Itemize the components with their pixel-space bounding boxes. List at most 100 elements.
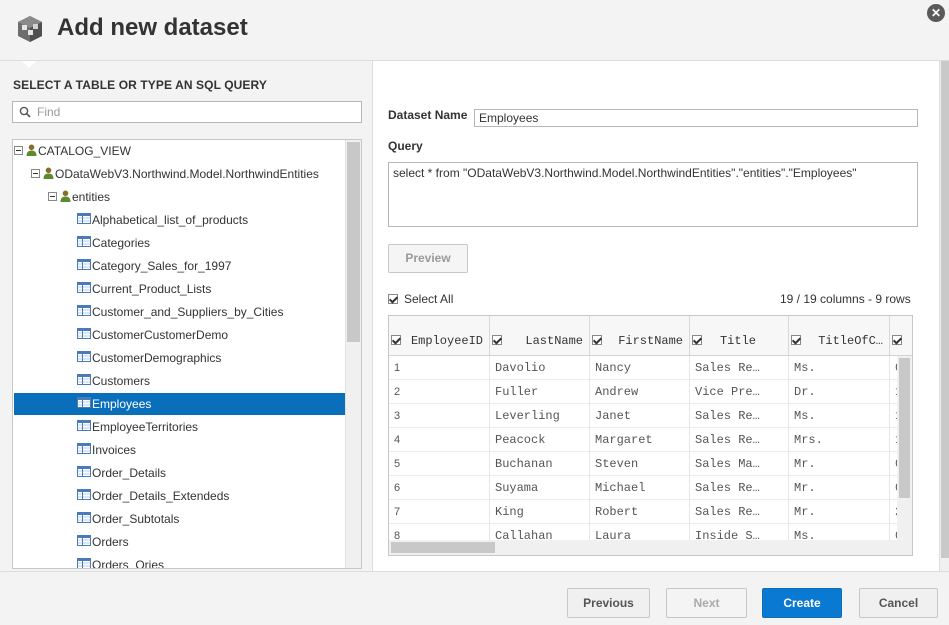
tree-model-node[interactable]: ODataWebV3.Northwind.Model.NorthwindEnti… <box>31 163 319 185</box>
tree-scrollbar[interactable] <box>345 140 361 568</box>
query-textarea[interactable]: select * from "ODataWebV3.Northwind.Mode… <box>388 162 918 227</box>
table-row[interactable]: 6 Suyama Michael Sales Re… Mr. 0 <box>389 476 912 500</box>
tree-table-node[interactable]: Order_Subtotals <box>77 508 179 530</box>
tree-table-node[interactable]: Order_Details <box>77 462 166 484</box>
section-label: SELECT A TABLE OR TYPE AN SQL QUERY <box>13 78 267 92</box>
tree-table-node[interactable]: Current_Product_Lists <box>77 278 211 300</box>
column-checkbox[interactable] <box>791 335 801 345</box>
table-icon <box>77 305 91 317</box>
tree-table-node[interactable]: CustomerDemographics <box>77 347 221 369</box>
table-icon <box>77 466 91 478</box>
grid-vscroll-thumb[interactable] <box>899 358 910 498</box>
table-row[interactable]: 5 Buchanan Steven Sales Ma… Mr. 0 <box>389 452 912 476</box>
user-icon <box>60 190 71 202</box>
previous-button[interactable]: Previous <box>567 588 650 618</box>
tree-table-node[interactable]: Order_Details_Extendeds <box>77 485 229 507</box>
table-cell: 2 <box>389 380 490 404</box>
tree-folder-label: entities <box>72 190 111 204</box>
tree-table-label: Customer_and_Suppliers_by_Cities <box>92 305 284 319</box>
tree-table-node[interactable]: Alphabetical_list_of_products <box>77 209 248 231</box>
table-cell: Sales Re… <box>690 476 789 500</box>
table-row[interactable]: 3 Leverling Janet Sales Re… Ms. 1 <box>389 404 912 428</box>
column-header[interactable]: FirstName <box>590 316 690 356</box>
select-all-checkbox[interactable] <box>388 293 398 304</box>
tree-folder-node[interactable]: entities <box>48 186 110 208</box>
table-icon <box>77 259 91 271</box>
column-checkbox[interactable] <box>892 335 902 345</box>
table-icon <box>77 397 91 409</box>
select-all-label: Select All <box>404 292 454 306</box>
dataset-name-input[interactable] <box>474 109 918 127</box>
tree-scroll-thumb[interactable] <box>347 142 360 342</box>
tree-table-node[interactable]: Customer_and_Suppliers_by_Cities <box>77 301 283 323</box>
table-row[interactable]: 4 Peacock Margaret Sales Re… Mrs. 1 <box>389 428 912 452</box>
close-icon[interactable]: ✕ <box>927 4 945 22</box>
column-header[interactable]: EmployeeID <box>389 316 490 356</box>
table-tree[interactable]: CATALOG_VIEW ODataWebV3.Northwind.Model.… <box>12 139 362 569</box>
find-box[interactable] <box>12 101 362 123</box>
column-header[interactable]: LastName <box>490 316 590 356</box>
table-cell: Mr. <box>789 476 890 500</box>
tree-table-node[interactable]: Customers <box>77 370 150 392</box>
dialog-scrollbar[interactable] <box>939 61 949 571</box>
user-icon <box>26 144 37 156</box>
tree-table-node[interactable]: Category_Sales_for_1997 <box>77 255 231 277</box>
tree-table-node[interactable]: Invoices <box>77 439 136 461</box>
table-icon <box>77 489 91 501</box>
grid-vertical-scrollbar[interactable] <box>897 356 912 555</box>
column-checkbox[interactable] <box>692 335 702 345</box>
collapse-icon[interactable] <box>31 169 40 179</box>
column-checkbox[interactable] <box>391 335 401 345</box>
column-header[interactable]: TitleOfC… <box>789 316 890 356</box>
column-checkbox[interactable] <box>592 335 602 345</box>
dialog-scroll-thumb[interactable] <box>941 61 949 558</box>
grid-hscroll-thumb[interactable] <box>391 542 495 553</box>
user-icon <box>43 167 54 179</box>
tree-table-node[interactable]: EmployeeTerritories <box>77 416 198 438</box>
find-input[interactable] <box>37 104 347 120</box>
table-row[interactable]: 2 Fuller Andrew Vice Pre… Dr. 1 <box>389 380 912 404</box>
table-cell: Nancy <box>590 356 690 380</box>
table-row[interactable]: 7 King Robert Sales Re… Mr. 2 <box>389 500 912 524</box>
tree-table-node[interactable]: CustomerCustomerDemo <box>77 324 228 346</box>
collapse-icon[interactable] <box>48 192 57 202</box>
collapse-icon[interactable] <box>14 146 23 156</box>
table-cell: 1 <box>389 356 490 380</box>
grid-horizontal-scrollbar[interactable] <box>389 540 897 555</box>
table-icon <box>77 351 91 363</box>
table-cell: Steven <box>590 452 690 476</box>
table-cell: 7 <box>389 500 490 524</box>
dataset-cube-icon <box>18 16 42 42</box>
create-button[interactable]: Create <box>762 588 842 618</box>
tree-table-label: Order_Subtotals <box>92 512 180 526</box>
column-header[interactable]: Title <box>690 316 789 356</box>
tree-table-label: Employees <box>92 397 152 411</box>
table-cell: Mrs. <box>789 428 890 452</box>
dialog-header: Add new dataset ✕ <box>0 0 949 61</box>
table-cell: Sales Re… <box>690 356 789 380</box>
tree-root-node[interactable]: CATALOG_VIEW <box>14 140 131 162</box>
table-cell: 5 <box>389 452 490 476</box>
tree-table-label: Orders_Qries <box>92 558 165 569</box>
tree-table-node[interactable]: Orders <box>77 531 129 553</box>
table-cell: Mr. <box>789 500 890 524</box>
next-button[interactable]: Next <box>666 588 747 618</box>
cancel-button[interactable]: Cancel <box>859 588 938 618</box>
select-all-toggle[interactable]: Select All <box>388 292 453 306</box>
table-cell: Davolio <box>490 356 590 380</box>
table-row[interactable]: 1 Davolio Nancy Sales Re… Ms. 0 <box>389 356 912 380</box>
table-cell: Ms. <box>789 404 890 428</box>
column-checkbox[interactable] <box>492 335 502 345</box>
preview-grid[interactable]: EmployeeID LastName FirstName Title Titl… <box>388 315 913 556</box>
tree-table-node[interactable]: Orders_Qries <box>77 554 165 569</box>
preview-button[interactable]: Preview <box>388 244 468 273</box>
dataset-name-label: Dataset Name <box>388 108 468 122</box>
search-icon <box>19 106 31 118</box>
tree-table-node[interactable]: Categories <box>77 232 150 254</box>
table-icon <box>77 420 91 432</box>
table-icon <box>77 374 91 386</box>
tree-table-node-selected[interactable]: Employees <box>14 393 346 415</box>
column-header[interactable] <box>890 316 912 356</box>
tree-table-label: Order_Details_Extendeds <box>92 489 230 503</box>
table-cell: Buchanan <box>490 452 590 476</box>
